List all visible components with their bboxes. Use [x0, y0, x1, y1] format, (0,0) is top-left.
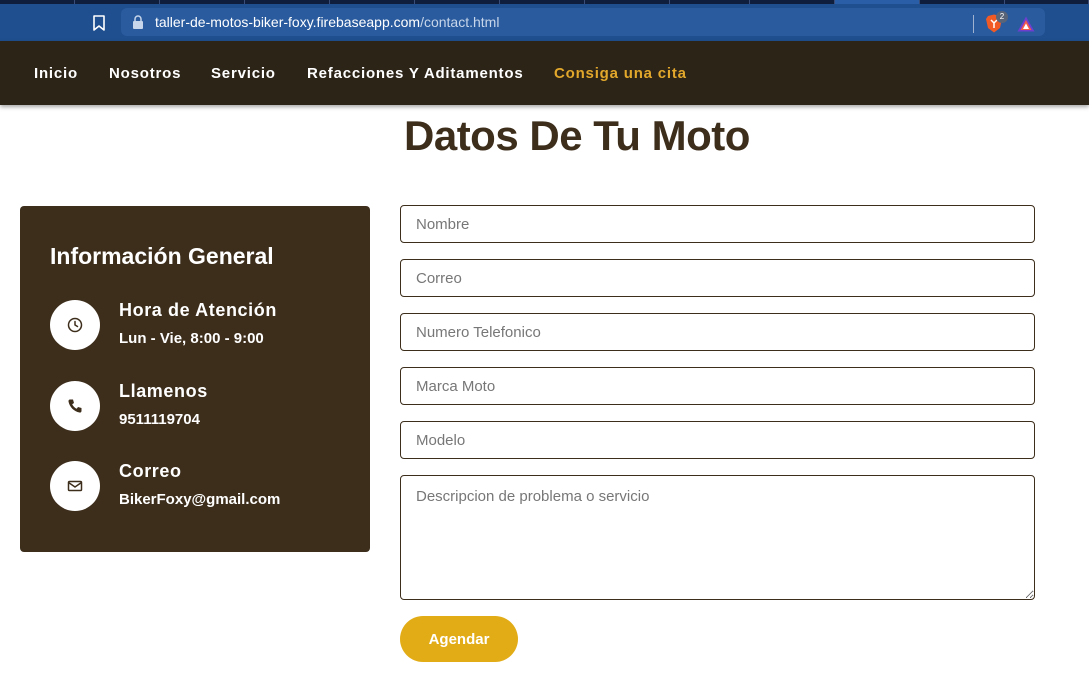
page-title: Datos De Tu Moto: [404, 112, 750, 159]
address-bar-url[interactable]: taller-de-motos-biker-foxy.firebaseapp.c…: [155, 14, 499, 30]
info-card: Información General Hora de Atención Lun…: [20, 206, 370, 552]
envelope-icon: [67, 480, 83, 492]
info-label: Hora de Atención: [119, 300, 277, 320]
browser-toolbar: taller-de-motos-biker-foxy.firebaseapp.c…: [0, 4, 1089, 41]
nav-item-refacciones[interactable]: Refacciones Y Aditamentos: [307, 65, 523, 82]
icon-circle: [50, 300, 100, 350]
moto-brand-field[interactable]: [400, 367, 1035, 405]
url-path: /contact.html: [420, 14, 500, 30]
shields-count-badge: 2: [996, 11, 1008, 23]
phone-field[interactable]: [400, 313, 1035, 351]
clock-icon: [67, 317, 83, 333]
info-value: Lun - Vie, 8:00 - 9:00: [119, 330, 264, 347]
lock-icon[interactable]: [132, 15, 144, 29]
email-field[interactable]: [400, 259, 1035, 297]
info-row-phone: Llamenos 9511119704: [50, 381, 360, 433]
name-field[interactable]: [400, 205, 1035, 243]
info-row-hours: Hora de Atención Lun - Vie, 8:00 - 9:00: [50, 300, 360, 352]
phone-icon: [68, 399, 82, 413]
toolbar-divider: [973, 15, 974, 33]
info-card-title: Información General: [50, 243, 274, 269]
nav-item-servicio[interactable]: Servicio: [211, 65, 276, 82]
info-value: BikerFoxy@gmail.com: [119, 491, 281, 508]
info-value: 9511119704: [119, 411, 200, 428]
bookmark-icon[interactable]: [92, 15, 106, 31]
nav-item-inicio[interactable]: Inicio: [34, 65, 78, 82]
site-navbar: Inicio Nosotros Servicio Refacciones Y A…: [0, 41, 1089, 105]
description-field[interactable]: [400, 475, 1035, 600]
nav-item-nosotros[interactable]: Nosotros: [109, 65, 181, 82]
info-label: Llamenos: [119, 381, 208, 401]
url-host: taller-de-motos-biker-foxy.firebaseapp.c…: [155, 14, 421, 30]
icon-circle: [50, 381, 100, 431]
brave-rewards-icon[interactable]: [1017, 16, 1035, 32]
info-row-email: Correo BikerFoxy@gmail.com: [50, 461, 360, 513]
nav-item-consiga-cita[interactable]: Consiga una cita: [554, 65, 687, 82]
info-label: Correo: [119, 461, 182, 481]
agendar-button[interactable]: Agendar: [400, 616, 518, 662]
icon-circle: [50, 461, 100, 511]
moto-model-field[interactable]: [400, 421, 1035, 459]
